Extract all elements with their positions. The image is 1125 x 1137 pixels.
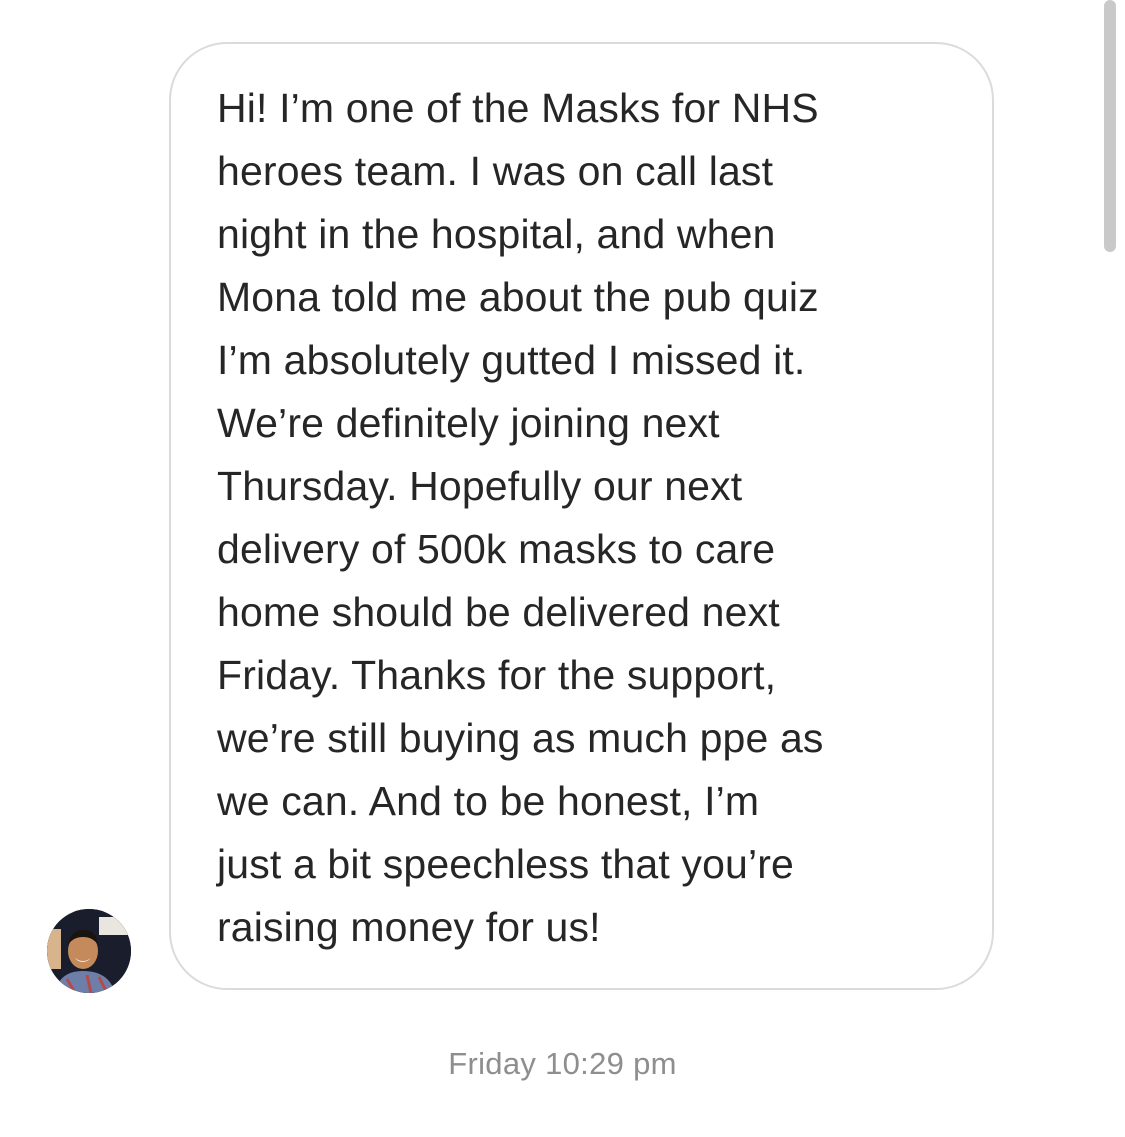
- message-line: home should be delivered next: [217, 589, 780, 635]
- avatar-photo-icon: [47, 909, 131, 993]
- message-line: Friday. Thanks for the support,: [217, 652, 777, 698]
- message-line: delivery of 500k masks to care: [217, 526, 776, 572]
- message-line: We’re definitely joining next: [217, 400, 720, 446]
- message-line: heroes team. I was on call last: [217, 148, 774, 194]
- message-line: raising money for us!: [217, 904, 601, 950]
- message-line: just a bit speechless that you’re: [217, 841, 794, 887]
- message-line: night in the hospital, and when: [217, 211, 776, 257]
- message-line: we can. And to be honest, I’m: [217, 778, 760, 824]
- message-line: Mona told me about the pub quiz: [217, 274, 819, 320]
- message-line: I’m absolutely gutted I missed it.: [217, 337, 806, 383]
- message-text: Hi! I’m one of the Masks for NHS heroes …: [217, 77, 957, 959]
- scrollbar[interactable]: [1104, 0, 1116, 252]
- message-line: Thursday. Hopefully our next: [217, 463, 743, 509]
- message-line: we’re still buying as much ppe as: [217, 715, 824, 761]
- message-line: Hi! I’m one of the Masks for NHS: [217, 85, 819, 131]
- message-timestamp: Friday 10:29 pm: [448, 1046, 677, 1081]
- sender-avatar[interactable]: [47, 909, 131, 993]
